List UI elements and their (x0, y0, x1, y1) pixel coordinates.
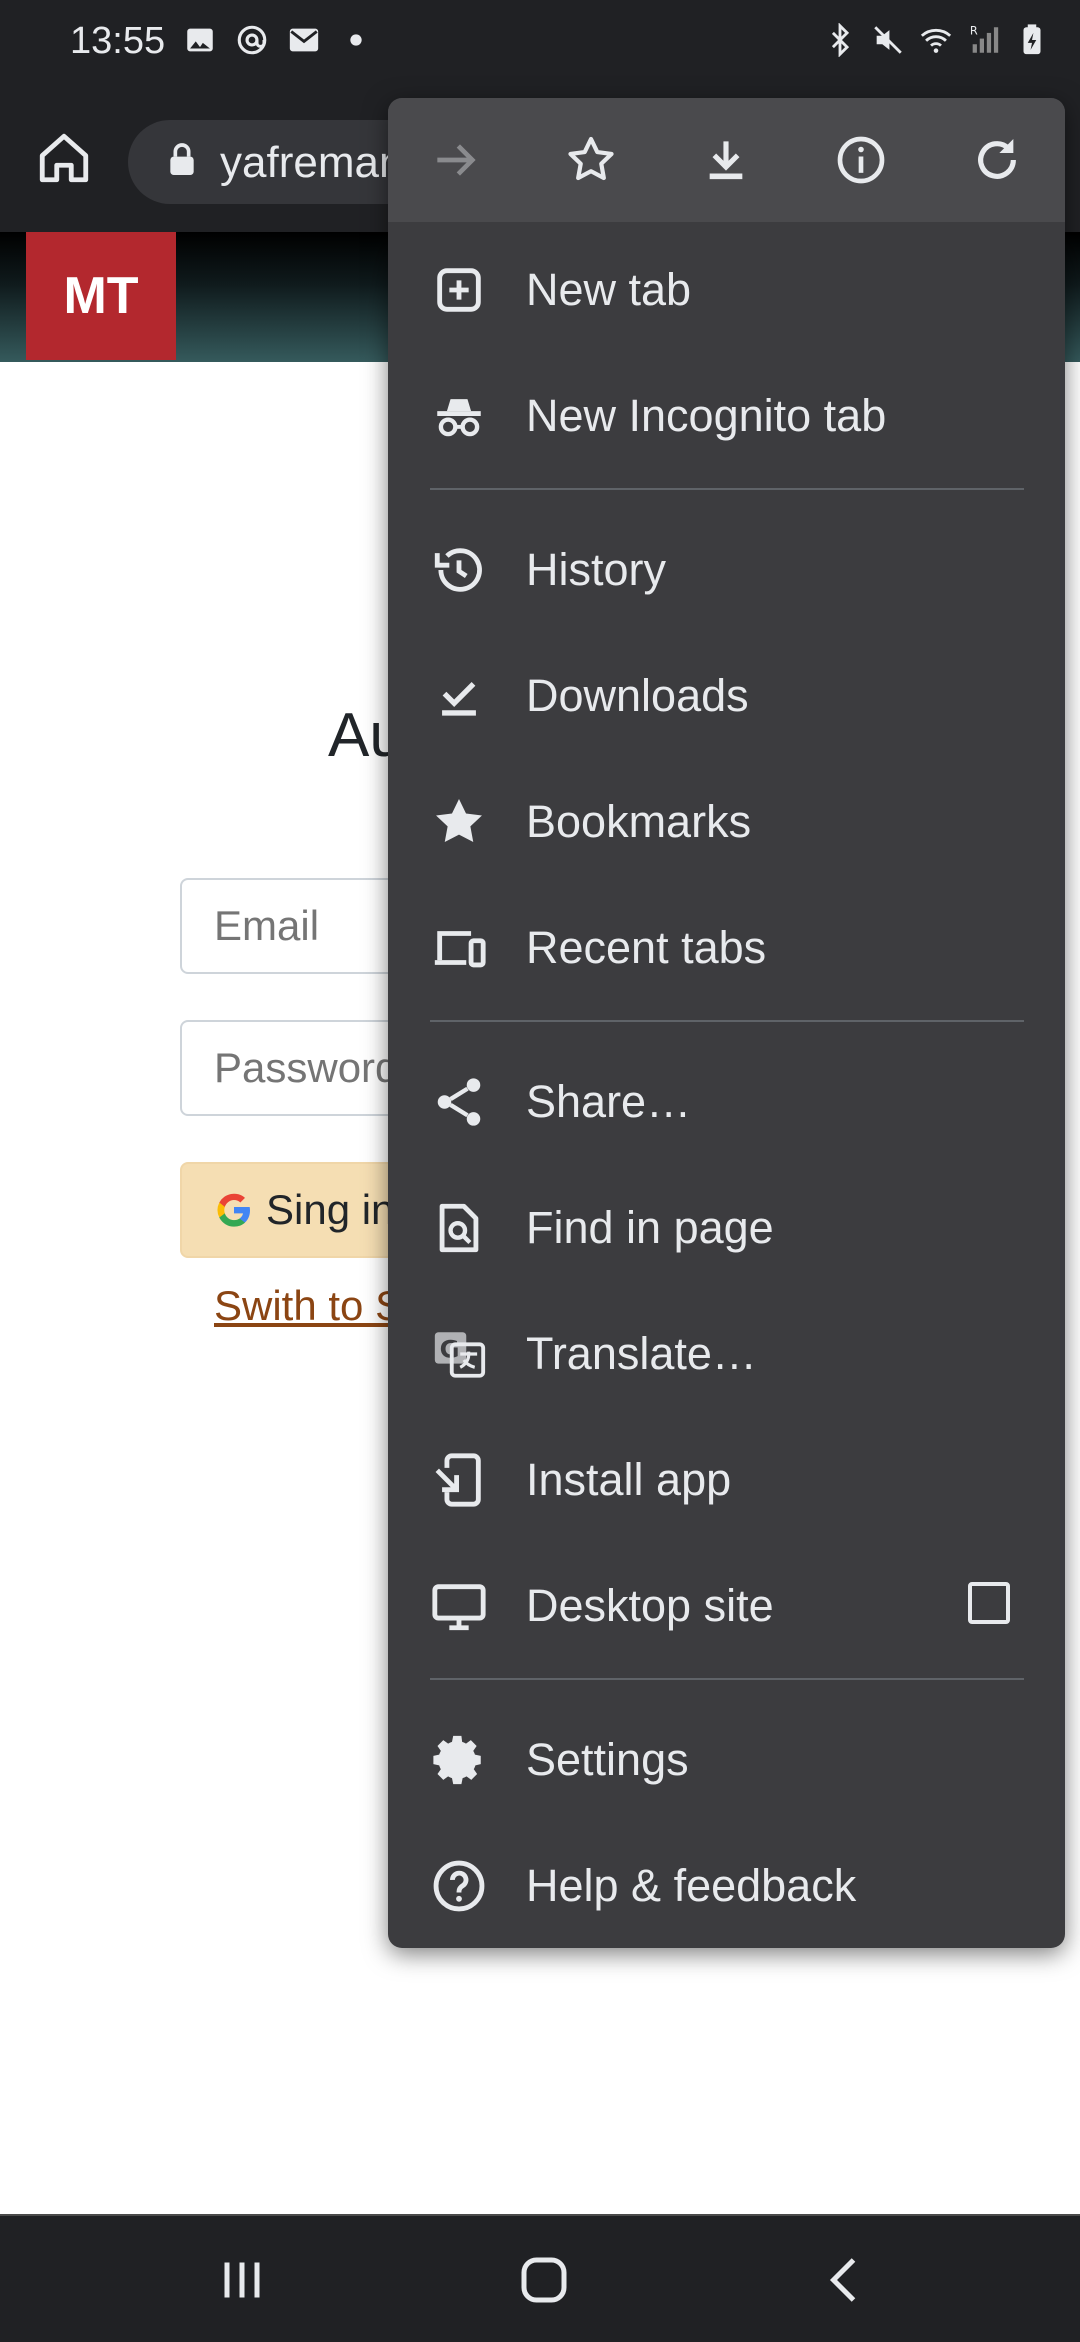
menu-item-label: Help & feedback (526, 1860, 857, 1911)
help-icon (430, 1857, 488, 1915)
lock-icon (170, 143, 194, 175)
install-app-icon (430, 1451, 488, 1509)
menu-item-downloads[interactable]: Downloads (388, 632, 1065, 758)
bluetooth-icon (822, 22, 858, 58)
mute-icon (870, 22, 906, 58)
home-button[interactable] (30, 124, 98, 192)
menu-item-label: Translate… (526, 1328, 757, 1379)
switch-link[interactable]: Swith to S (214, 1282, 403, 1330)
menu-item-recent-tabs[interactable]: Recent tabs (388, 884, 1065, 1010)
menu-item-label: Downloads (526, 670, 749, 721)
incognito-icon (430, 387, 488, 445)
menu-item-new-incognito-tab[interactable]: New Incognito tab (388, 352, 1065, 478)
forward-icon (437, 144, 476, 176)
reload-icon (978, 139, 1016, 179)
status-time: 13:55 (70, 20, 166, 62)
menu-item-find-in-page[interactable]: Find in page (388, 1164, 1065, 1290)
back-icon (829, 2258, 856, 2302)
system-nav-bar (0, 2214, 1080, 2342)
desktop-site-checkbox[interactable] (968, 1582, 1010, 1624)
mail-icon (286, 22, 322, 58)
menu-item-label: Recent tabs (526, 922, 767, 973)
svg-text:G: G (440, 1336, 460, 1364)
share-icon (430, 1073, 488, 1131)
recents-button[interactable] (208, 2246, 276, 2314)
bookmark-star-icon (568, 136, 614, 181)
menu-item-bookmarks[interactable]: Bookmarks (388, 758, 1065, 884)
menu-item-label: Bookmarks (526, 796, 752, 847)
menu-item-label: Settings (526, 1734, 689, 1785)
download-page-button[interactable] (690, 124, 762, 196)
menu-item-translate[interactable]: G Translate… (388, 1290, 1065, 1416)
home-icon (39, 133, 89, 183)
menu-item-label: New tab (526, 264, 692, 315)
menu-item-help-feedback[interactable]: Help & feedback (388, 1822, 1065, 1948)
menu-item-install-app[interactable]: Install app (388, 1416, 1065, 1542)
menu-item-label: Share… (526, 1076, 692, 1127)
battery-icon (1014, 22, 1050, 58)
find-in-page-icon (430, 1199, 488, 1257)
history-icon (430, 541, 488, 599)
menu-item-share[interactable]: Share… (388, 1038, 1065, 1164)
menu-item-new-tab[interactable]: New tab (388, 226, 1065, 352)
menu-item-label: Find in page (526, 1202, 774, 1253)
menu-divider (430, 488, 1024, 490)
recents-icon (224, 2262, 260, 2298)
new-tab-icon (430, 261, 488, 319)
wifi-icon (918, 22, 954, 58)
home-nav-icon (521, 2257, 567, 2303)
google-button-label: Sing in (266, 1186, 395, 1233)
menu-item-label: New Incognito tab (526, 390, 887, 441)
chrome-overflow-menu: New tab New Incognito tab History Downlo… (388, 98, 1065, 1948)
menu-divider (430, 1020, 1024, 1022)
menu-icon-row (388, 98, 1065, 222)
reload-button[interactable] (961, 124, 1033, 196)
dot-icon (338, 22, 374, 58)
home-nav-button[interactable] (510, 2246, 578, 2314)
page-info-button[interactable] (825, 124, 897, 196)
at-sign-icon (234, 22, 270, 58)
site-logo[interactable]: MT (26, 232, 176, 360)
signal-icon: R (966, 22, 1002, 58)
image-icon (182, 22, 218, 58)
bookmarks-icon (430, 793, 488, 851)
menu-item-settings[interactable]: Settings (388, 1696, 1065, 1822)
roaming-label: R (970, 23, 978, 37)
status-system-icons: R (822, 22, 1050, 58)
forward-button[interactable] (420, 124, 492, 196)
menu-item-label: Desktop site (526, 1580, 774, 1631)
status-notification-icons (182, 22, 374, 58)
desktop-icon (430, 1577, 488, 1635)
translate-icon: G (430, 1325, 488, 1383)
info-icon (837, 136, 885, 184)
downloads-icon (430, 667, 488, 725)
bookmark-button[interactable] (555, 124, 627, 196)
back-button[interactable] (812, 2246, 880, 2314)
menu-item-desktop-site[interactable]: Desktop site (388, 1542, 1065, 1668)
menu-divider (430, 1678, 1024, 1680)
settings-icon (430, 1731, 488, 1789)
menu-item-history[interactable]: History (388, 506, 1065, 632)
google-icon (217, 1193, 250, 1227)
menu-item-label: History (526, 544, 667, 595)
menu-item-label: Install app (526, 1454, 732, 1505)
status-bar: 13:55 R (0, 0, 1080, 84)
download-icon (709, 141, 743, 180)
recent-tabs-icon (430, 919, 488, 977)
